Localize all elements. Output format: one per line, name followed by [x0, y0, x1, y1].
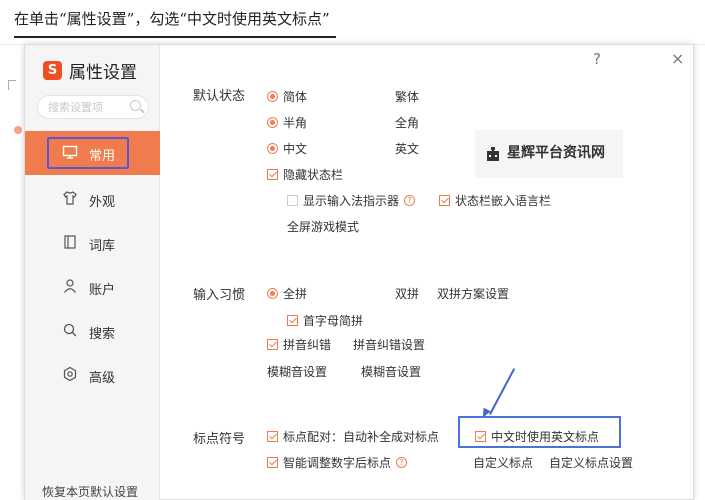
- checkbox-label: 标点配对：自动补全成对标点: [283, 430, 440, 444]
- restore-defaults-link[interactable]: 恢复本页默认设置: [42, 483, 138, 500]
- custom-punctuation-settings-link[interactable]: 自定义标点设置: [549, 454, 633, 471]
- checkbox-control: [287, 195, 298, 206]
- radio-label: 半角: [283, 116, 308, 130]
- faded-option: 全屏游戏模式: [287, 220, 360, 234]
- close-button[interactable]: ×: [671, 49, 684, 69]
- radio-label: 全拼: [283, 287, 308, 301]
- watermark-text: 星辉平台资讯网: [507, 145, 605, 161]
- search-placeholder: 搜索设置项: [48, 101, 103, 114]
- checkbox-control: [439, 195, 450, 206]
- dialog-title: 属性设置: [69, 63, 137, 83]
- checkbox-label: 隐藏状态栏: [283, 168, 344, 182]
- radio-control: [267, 117, 278, 128]
- settings-search[interactable]: 搜索设置项: [37, 95, 149, 119]
- checkbox-show-indicator[interactable]: 显示输入法指示器 ?: [287, 192, 416, 209]
- nav-item-account[interactable]: 账户: [25, 273, 160, 303]
- radio-halfwidth[interactable]: 半角: [267, 114, 307, 131]
- nav-label-dictionary: 词库: [89, 239, 116, 254]
- nav-label-advanced: 高级: [89, 371, 116, 386]
- radio-chinese[interactable]: 中文: [267, 140, 307, 157]
- background-fragment: [8, 80, 16, 90]
- search-icon: [61, 322, 79, 340]
- checkbox-punctuation-pairing[interactable]: 标点配对：自动补全成对标点: [267, 428, 439, 445]
- radio-label: 简体: [283, 90, 308, 104]
- double-pinyin-settings-link[interactable]: 双拼方案设置: [437, 285, 509, 302]
- radio-full-pinyin[interactable]: 全拼: [267, 285, 307, 302]
- nav-highlight-box: [47, 137, 129, 169]
- radio-label: 双拼: [395, 287, 420, 301]
- help-button[interactable]: ?: [593, 49, 601, 69]
- fuzzy-pinyin-settings-link-2[interactable]: 模糊音设置: [361, 363, 421, 380]
- nav-label-account: 账户: [89, 283, 116, 298]
- checkbox-label: 拼音纠错: [283, 338, 332, 352]
- tshirt-icon: [61, 190, 79, 208]
- radio-label: 全角: [395, 116, 420, 130]
- pinyin-correction-settings-link[interactable]: 拼音纠错设置: [353, 336, 425, 353]
- radio-control: [379, 143, 390, 154]
- help-circle-icon[interactable]: ?: [404, 195, 416, 206]
- radio-english[interactable]: 英文: [379, 140, 419, 157]
- radio-control: [267, 143, 278, 154]
- checkbox-control: [267, 169, 278, 180]
- fuzzy-pinyin-settings-link[interactable]: 模糊音设置: [267, 363, 327, 380]
- checkbox-label: 智能调整数字后标点: [283, 456, 392, 470]
- radio-label: 英文: [395, 142, 420, 156]
- caption-underline: [14, 36, 336, 38]
- help-circle-icon[interactable]: ?: [396, 457, 408, 468]
- checkbox-initials[interactable]: 首字母简拼: [287, 312, 363, 329]
- radio-control: [379, 288, 390, 299]
- book-icon: [61, 234, 79, 252]
- settings-hex-icon: [61, 366, 79, 384]
- section-label-input-habit: 输入习惯: [193, 288, 246, 303]
- checkbox-label: 首字母简拼: [303, 314, 364, 328]
- radio-fullwidth[interactable]: 全角: [379, 114, 419, 131]
- radio-traditional[interactable]: 繁体: [379, 88, 419, 105]
- tutorial-caption: 在单击“属性设置”，勾选“中文时使用英文标点”: [14, 10, 330, 28]
- checkbox-control: [287, 315, 298, 326]
- background-fragment-dot: [14, 126, 22, 134]
- checkbox-control: [267, 431, 278, 442]
- nav-item-advanced[interactable]: 高级: [25, 361, 160, 391]
- checkbox-statusbar-embed[interactable]: 状态栏嵌入语言栏: [439, 192, 551, 209]
- nav-label-appearance: 外观: [89, 195, 116, 210]
- checkbox-pinyin-correction[interactable]: 拼音纠错: [267, 336, 331, 353]
- radio-label: 中文: [283, 142, 308, 156]
- checkbox-control: [267, 457, 278, 468]
- watermark: 星辉平台资讯网: [475, 130, 623, 178]
- radio-control: [379, 91, 390, 102]
- nav-label-search: 搜索: [89, 327, 116, 342]
- checkbox-smart-adjust[interactable]: 智能调整数字后标点 ?: [267, 454, 408, 471]
- checkbox-hide-statusbar[interactable]: 隐藏状态栏: [267, 166, 343, 183]
- section-label-punctuation: 标点符号: [193, 432, 246, 447]
- checkbox-label: 状态栏嵌入语言栏: [455, 194, 552, 208]
- nav-item-appearance[interactable]: 外观: [25, 185, 160, 215]
- radio-double-pinyin[interactable]: 双拼: [379, 285, 419, 302]
- nav-item-search[interactable]: 搜索: [25, 317, 160, 347]
- section-label-default-state: 默认状态: [193, 89, 246, 104]
- radio-control: [379, 117, 390, 128]
- user-icon: [61, 278, 79, 296]
- radio-simplified[interactable]: 简体: [267, 88, 307, 105]
- nav-item-dictionary[interactable]: 词库: [25, 229, 160, 259]
- radio-label: 繁体: [395, 90, 420, 104]
- sidebar: S 属性设置 搜索设置项 常用 外观 词库 账户 搜索 高级 恢复本页默认设置: [25, 45, 160, 500]
- sogou-logo: S: [43, 61, 62, 80]
- search-icon[interactable]: [130, 100, 141, 111]
- checkbox-label: 显示输入法指示器: [303, 194, 400, 208]
- radio-control: [267, 288, 278, 299]
- custom-punctuation-link[interactable]: 自定义标点: [473, 454, 533, 471]
- checkbox-control: [267, 339, 278, 350]
- english-punct-highlight-box: [458, 416, 621, 448]
- radio-control: [267, 91, 278, 102]
- puzzle-icon: [483, 146, 503, 164]
